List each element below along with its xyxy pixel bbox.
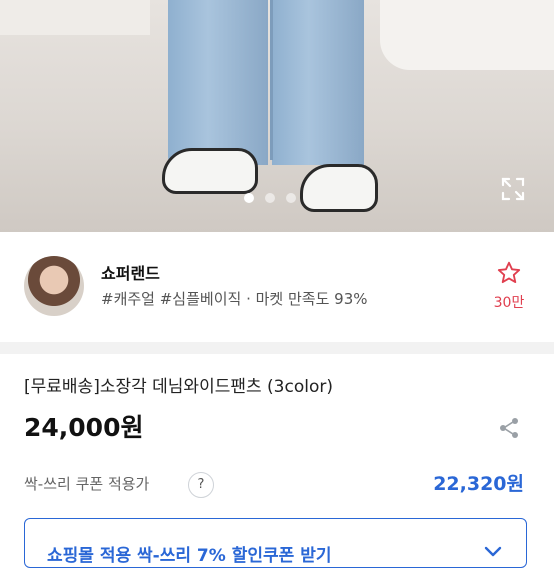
product-title: [무료배송]소장각 데님와이드팬츠 (3color) — [24, 377, 333, 397]
sneaker-left — [162, 148, 258, 194]
carousel-indicator — [244, 193, 296, 203]
shop-tags: #캐주얼 #심플베이직 · 마켓 만족도 93% — [101, 290, 368, 308]
download-chevron-icon — [484, 546, 502, 557]
star-icon — [497, 261, 521, 284]
carousel-dot[interactable] — [265, 193, 275, 203]
seller-avatar[interactable] — [24, 256, 84, 316]
carousel-dot[interactable] — [244, 193, 254, 203]
carousel-dot[interactable] — [286, 193, 296, 203]
favorite-button[interactable]: 30만 — [486, 260, 532, 312]
background-sofa — [0, 0, 150, 35]
product-info: [무료배송]소장각 데님와이드팬츠 (3color) 24,000원 싹-쓰리 … — [0, 354, 554, 568]
help-icon[interactable]: ? — [188, 472, 214, 498]
product-price: 24,000원 — [24, 413, 144, 442]
shop-name[interactable]: 쇼퍼랜드 — [101, 260, 160, 284]
section-divider — [0, 342, 554, 354]
jeans-right-leg — [272, 0, 364, 165]
sneaker-right — [300, 164, 378, 212]
favorite-count: 30만 — [493, 295, 525, 311]
coupon-price-label: 싹-쓰리 쿠폰 적용가 — [24, 475, 150, 493]
fullscreen-expand-icon[interactable] — [500, 176, 526, 202]
seller-info: 쇼퍼랜드 #캐주얼 #심플베이직 · 마켓 만족도 93% 30만 — [0, 232, 554, 342]
background-sofa — [380, 0, 554, 70]
jeans-seam — [270, 0, 273, 160]
coupon-price: 22,320원 — [433, 473, 524, 495]
get-coupon-button[interactable]: 쇼핑몰 적용 싹-쓰리 7% 할인쿠폰 받기 — [24, 518, 527, 568]
product-image-carousel[interactable] — [0, 0, 554, 232]
share-icon[interactable] — [497, 416, 521, 440]
jeans-left-leg — [168, 0, 268, 165]
